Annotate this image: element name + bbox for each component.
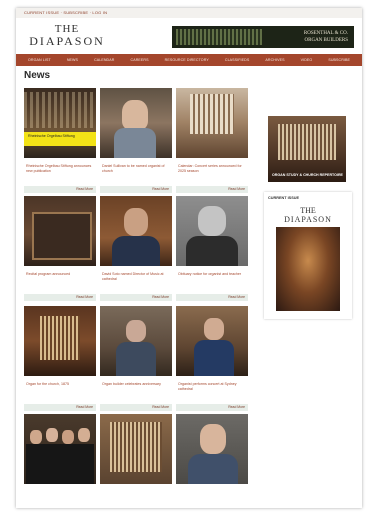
cover-image <box>276 227 340 311</box>
news-card-caption[interactable]: Recital program announced <box>24 266 96 294</box>
news-card-caption[interactable]: Organ for the church, 1875 <box>24 376 96 404</box>
current-issue-box[interactable]: CURRENT ISSUE THE DIAPASON <box>264 192 352 319</box>
news-card-caption[interactable]: Obituary notice for organist and teacher <box>176 266 248 294</box>
news-card[interactable]: Daniel Sullivan to be named organist of … <box>100 88 172 193</box>
current-issue-cover[interactable]: THE DIAPASON <box>273 206 343 311</box>
news-card-image[interactable] <box>176 88 248 158</box>
main-navigation: ORGAN LIST NEWS CALENDAR CAREERS RESOURC… <box>16 54 362 66</box>
news-card-image[interactable] <box>100 414 172 484</box>
news-card-caption[interactable]: Calendar: Concert series announced for 2… <box>176 158 248 186</box>
cover-the: THE <box>300 206 316 215</box>
news-card[interactable]: Recital program announced Read More <box>24 196 96 301</box>
sidebar: ORGAN STUDY & CHURCH REPERTOIRE CURRENT … <box>262 116 354 319</box>
nav-item-resource-directory[interactable]: RESOURCE DIRECTORY <box>157 58 217 62</box>
news-card[interactable]: Organ builder celebrates anniversary Rea… <box>100 306 172 411</box>
news-card-image[interactable] <box>176 306 248 376</box>
news-card-yellow-band: Rheinische Orgelbau Stiftung <box>24 132 96 146</box>
site-logo[interactable]: THE DIAPASON <box>24 24 110 48</box>
news-card-image[interactable] <box>100 306 172 376</box>
current-issue-label: CURRENT ISSUE <box>268 196 300 200</box>
page-frame: CURRENT ISSUE · SUBSCRIBE · LOG IN THE D… <box>16 8 362 508</box>
news-card-image[interactable] <box>24 196 96 266</box>
site-header: THE DIAPASON ROSENTHAL & CO. ORGAN BUILD… <box>16 18 362 54</box>
news-card-band-text: Rheinische Orgelbau Stiftung <box>28 134 75 138</box>
banner-organ-pipes-image <box>176 29 262 45</box>
news-card[interactable] <box>24 414 96 484</box>
top-utility-bar: CURRENT ISSUE · SUBSCRIBE · LOG IN <box>16 8 362 18</box>
nav-item-subscribe[interactable]: SUBSCRIBE <box>320 58 358 62</box>
news-card-caption[interactable]: Daniel Sullivan to be named organist of … <box>100 158 172 186</box>
read-more-link[interactable]: Read More <box>176 294 248 301</box>
top-utility-links[interactable]: CURRENT ISSUE · SUBSCRIBE · LOG IN <box>24 10 107 15</box>
news-card-image[interactable] <box>24 306 96 376</box>
banner-brand-line2: ORGAN BUILDERS <box>304 37 348 43</box>
news-card[interactable]: Calendar: Concert series announced for 2… <box>176 88 248 193</box>
news-card[interactable] <box>100 414 172 484</box>
news-heading: News <box>24 70 51 81</box>
news-card-image[interactable] <box>176 196 248 266</box>
nav-item-careers[interactable]: CAREERS <box>122 58 156 62</box>
news-card[interactable]: Organ for the church, 1875 Read More <box>24 306 96 411</box>
news-card-caption[interactable]: Organist performs concert at Sydney cath… <box>176 376 248 404</box>
read-more-link[interactable]: Read More <box>100 186 172 193</box>
news-card-caption[interactable]: Rheinische Orgelbau Stiftung announces n… <box>24 158 96 186</box>
logo-name: DIAPASON <box>29 34 105 48</box>
news-card-image[interactable] <box>24 414 96 484</box>
read-more-link[interactable]: Read More <box>24 404 96 411</box>
read-more-link[interactable]: Read More <box>24 294 96 301</box>
banner-brand-line1: ROSENTHAL & CO. <box>303 31 348 36</box>
cover-name: DIAPASON <box>284 215 332 224</box>
nav-item-calendar[interactable]: CALENDAR <box>86 58 122 62</box>
news-card-image[interactable]: Rheinische Orgelbau Stiftung <box>24 88 96 158</box>
news-card-image[interactable] <box>176 414 248 484</box>
news-card-caption[interactable]: Organ builder celebrates anniversary <box>100 376 172 404</box>
news-card-caption[interactable]: David Soto named Director of Music at ca… <box>100 266 172 294</box>
nav-item-organ-list[interactable]: ORGAN LIST <box>20 58 59 62</box>
read-more-link[interactable]: Read More <box>100 404 172 411</box>
news-card-image[interactable] <box>100 196 172 266</box>
sidebar-ad-text: ORGAN STUDY & CHURCH REPERTOIRE <box>272 173 343 178</box>
nav-item-classifieds[interactable]: CLASSIFIEDS <box>217 58 258 62</box>
read-more-link[interactable]: Read More <box>100 294 172 301</box>
read-more-link[interactable]: Read More <box>176 186 248 193</box>
news-card[interactable]: Rheinische Orgelbau Stiftung Rheinische … <box>24 88 96 193</box>
read-more-link[interactable]: Read More <box>176 404 248 411</box>
header-banner-ad[interactable]: ROSENTHAL & CO. ORGAN BUILDERS <box>172 26 354 48</box>
news-card[interactable]: David Soto named Director of Music at ca… <box>100 196 172 301</box>
news-card[interactable]: Organist performs concert at Sydney cath… <box>176 306 248 411</box>
news-card[interactable] <box>176 414 248 484</box>
nav-item-archives[interactable]: ARCHIVES <box>257 58 292 62</box>
news-card[interactable]: Obituary notice for organist and teacher… <box>176 196 248 301</box>
banner-brand: ROSENTHAL & CO. ORGAN BUILDERS <box>304 31 348 44</box>
nav-item-video[interactable]: VIDEO <box>293 58 321 62</box>
read-more-link[interactable]: Read More <box>24 186 96 193</box>
nav-item-news[interactable]: NEWS <box>59 58 86 62</box>
news-card-image[interactable] <box>100 88 172 158</box>
sidebar-ad[interactable]: ORGAN STUDY & CHURCH REPERTOIRE <box>268 116 346 182</box>
